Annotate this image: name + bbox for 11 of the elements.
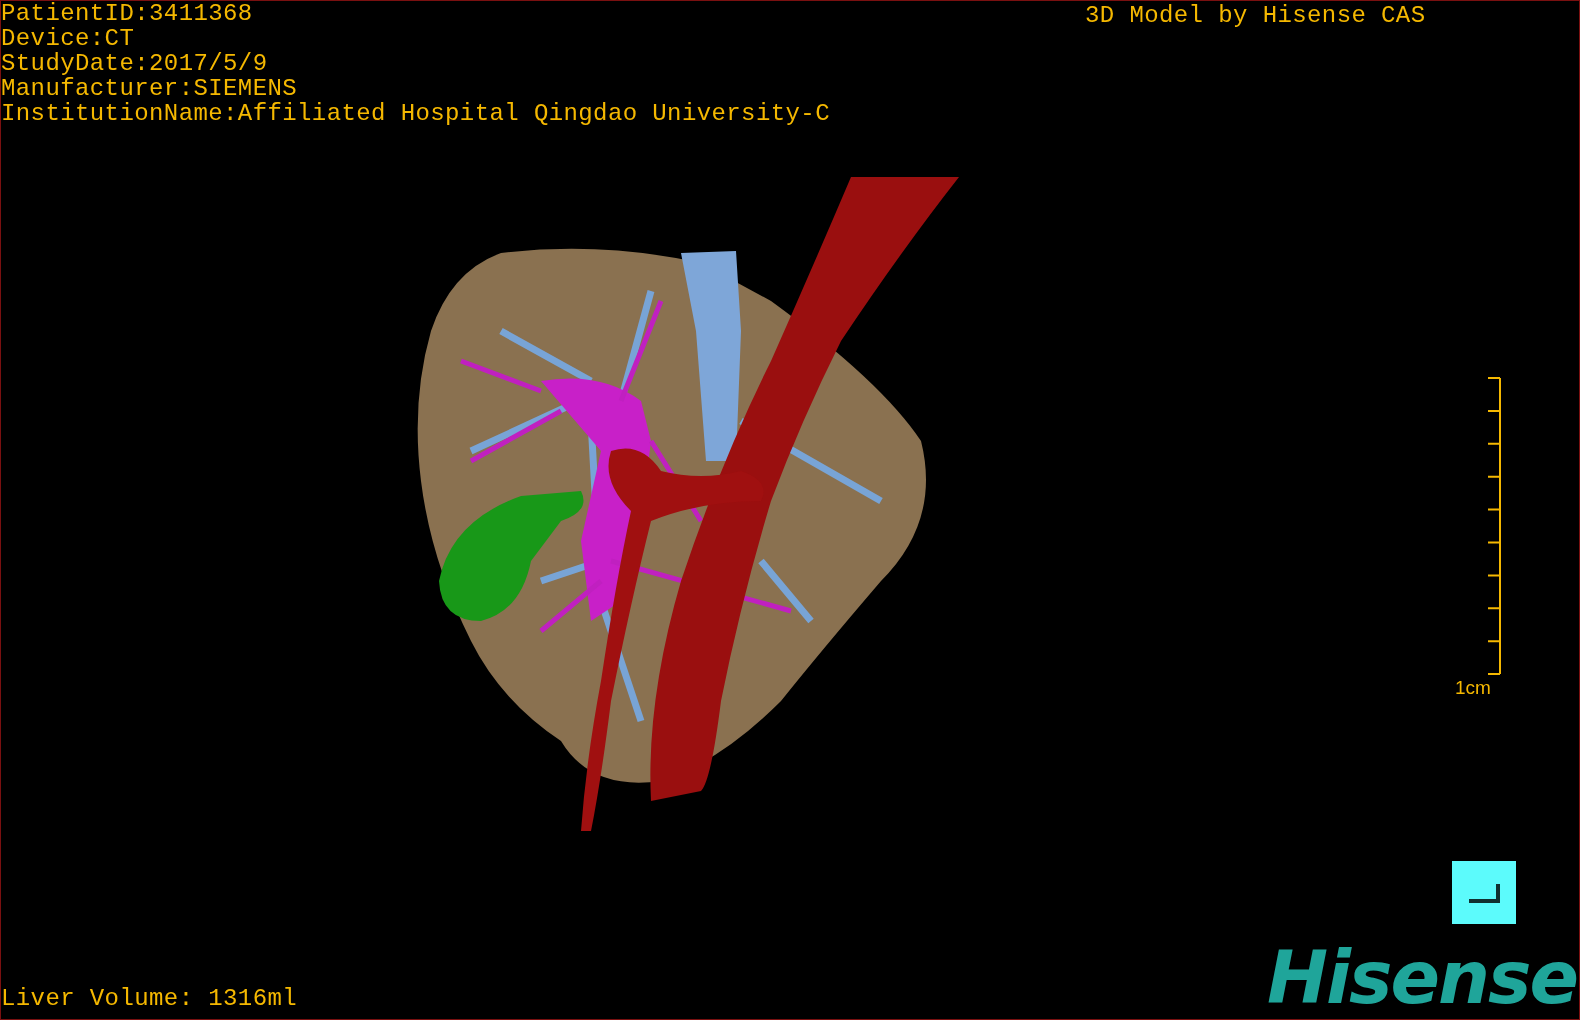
scale-label: 1cm — [1455, 677, 1491, 699]
patient-info-line: PatientID:3411368 — [1, 1, 254, 26]
corner-icon — [1467, 881, 1501, 904]
corner-toggle-button[interactable] — [1452, 861, 1516, 924]
patient-info-line: Device:CT — [1, 26, 136, 51]
patient-info-line: InstitutionName:Affiliated Hospital Qingdao University-C — [1, 101, 830, 126]
liver-volume-text: Liver Volume: 1316ml — [1, 984, 298, 1014]
patient-info-line: Manufacturer:SIEMENS — [1, 76, 299, 101]
brand-logo: Hisense — [1267, 938, 1577, 1018]
patient-info-line: StudyDate:2017/5/9 — [1, 51, 269, 76]
model-credit-text: 3D Model by Hisense CAS — [1085, 1, 1426, 31]
